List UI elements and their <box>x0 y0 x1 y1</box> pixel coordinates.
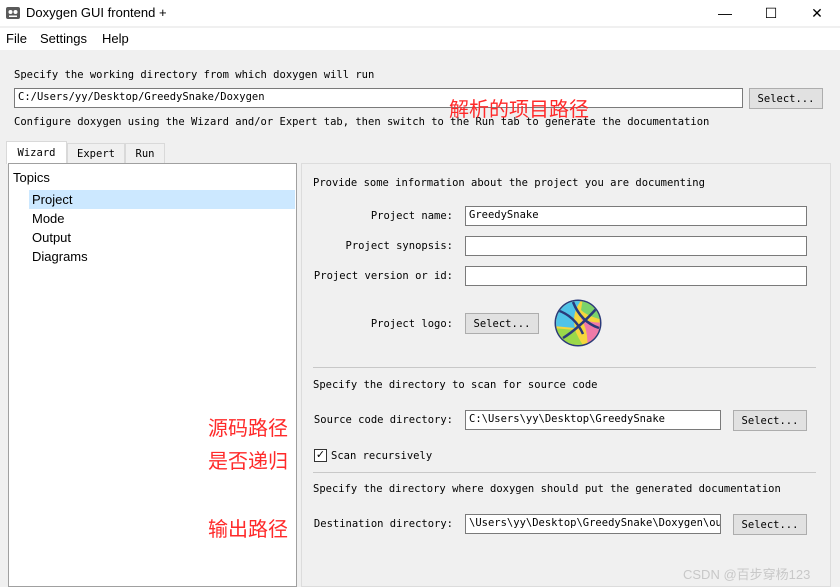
tab-wizard[interactable]: Wizard <box>6 141 67 164</box>
project-version-label: Project version or id: <box>313 270 453 282</box>
workdir-prompt: Specify the working directory from which… <box>14 69 375 81</box>
topic-item-project[interactable]: Project <box>29 190 295 209</box>
source-dir-input[interactable]: C:\Users\yy\Desktop\GreedySnake <box>465 410 721 430</box>
source-dir-label: Source code directory: <box>313 414 453 426</box>
workdir-select-button[interactable]: Select... <box>749 88 823 109</box>
annotation-project-path: 解析的项目路径 <box>449 97 589 121</box>
source-intro: Specify the directory to scan for source… <box>313 379 598 391</box>
menu-settings[interactable]: Settings <box>40 31 87 46</box>
annotation-recursive: 是否递归 <box>208 449 288 473</box>
workdir-input[interactable]: C:/Users/yy/Desktop/GreedySnake/Doxygen <box>14 88 743 108</box>
project-logo-select-button[interactable]: Select... <box>465 313 539 334</box>
topic-item-mode[interactable]: Mode <box>29 209 295 228</box>
tab-expert[interactable]: Expert <box>67 143 125 164</box>
dest-dir-label: Destination directory: <box>313 518 453 530</box>
project-name-input[interactable]: GreedySnake <box>465 206 807 226</box>
scan-recursively-checkbox[interactable]: ✓ <box>314 449 327 462</box>
workdir-hint: Configure doxygen using the Wizard and/o… <box>14 116 710 128</box>
minimize-button[interactable]: — <box>702 0 748 26</box>
topics-header: Topics <box>13 170 50 185</box>
project-version-input[interactable] <box>465 266 807 286</box>
maximize-button[interactable]: ☐ <box>748 0 794 26</box>
watermark: CSDN @百步穿杨123 <box>683 567 811 582</box>
separator <box>313 472 816 473</box>
tab-run[interactable]: Run <box>125 143 165 164</box>
dest-intro: Specify the directory where doxygen shou… <box>313 483 781 495</box>
dest-dir-input[interactable]: \Users\yy\Desktop\GreedySnake\Doxygen\ou… <box>465 514 721 534</box>
menu-bar: File Settings Help <box>0 28 840 50</box>
topic-item-diagrams[interactable]: Diagrams <box>29 247 295 266</box>
project-intro: Provide some information about the proje… <box>313 177 705 189</box>
title-bar: Doxygen GUI frontend + — ☐ ✕ <box>0 0 840 26</box>
project-logo-label: Project logo: <box>370 318 453 330</box>
project-logo-image <box>553 298 603 348</box>
checkmark-icon: ✓ <box>315 449 326 461</box>
topic-item-output[interactable]: Output <box>29 228 295 247</box>
close-button[interactable]: ✕ <box>794 0 840 26</box>
dest-dir-select-button[interactable]: Select... <box>733 514 807 535</box>
menu-file[interactable]: File <box>6 31 27 46</box>
annotation-output-path: 输出路径 <box>208 517 288 541</box>
window-title: Doxygen GUI frontend + <box>26 5 167 20</box>
annotation-source-path: 源码路径 <box>208 416 288 440</box>
doxygen-app-icon <box>5 5 21 21</box>
project-synopsis-label: Project synopsis: <box>345 240 453 252</box>
separator <box>313 367 816 368</box>
menu-help[interactable]: Help <box>102 31 129 46</box>
project-synopsis-input[interactable] <box>465 236 807 256</box>
source-dir-select-button[interactable]: Select... <box>733 410 807 431</box>
scan-recursively-label: Scan recursively <box>331 450 433 462</box>
project-name-label: Project name: <box>370 210 453 222</box>
